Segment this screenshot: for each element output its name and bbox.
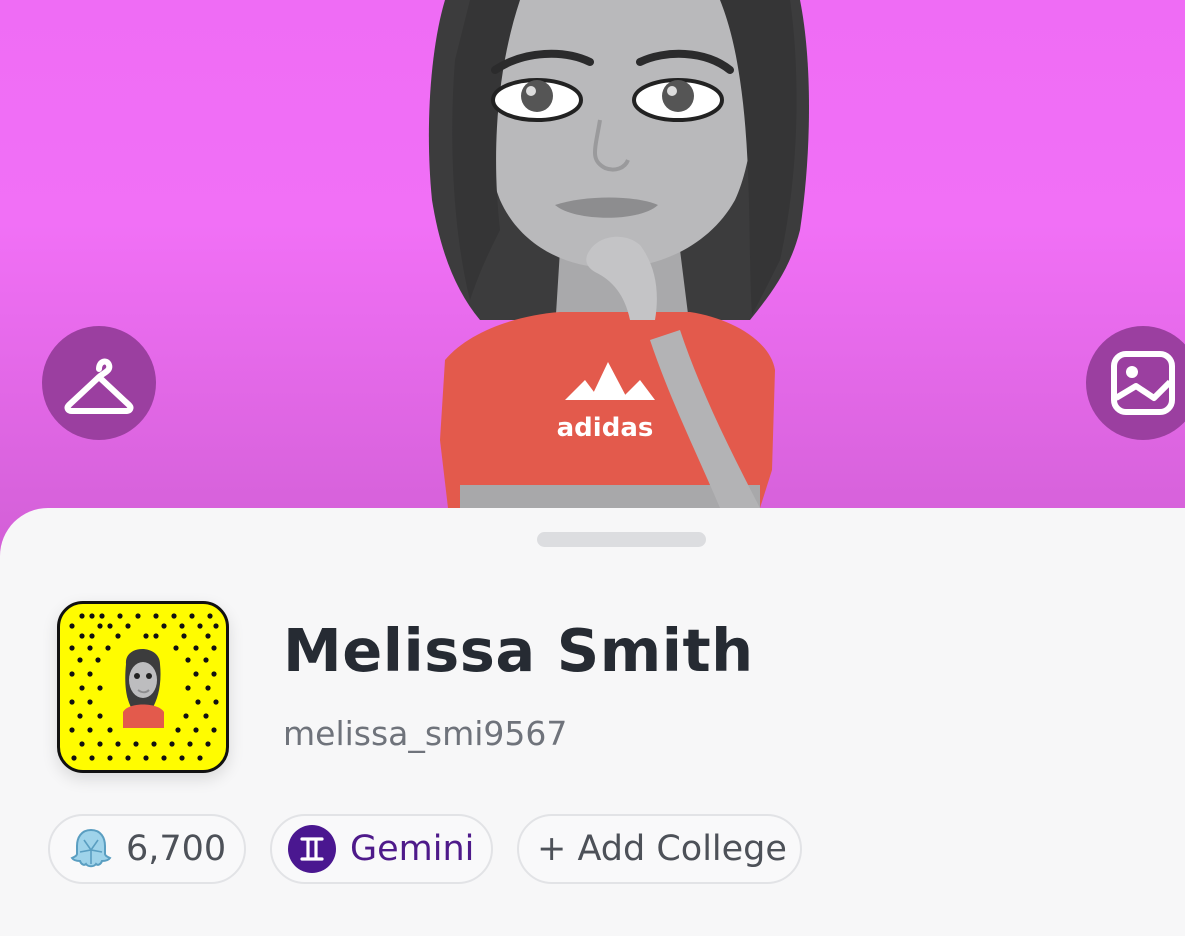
- zodiac-pill[interactable]: Gemini: [270, 814, 493, 884]
- username[interactable]: melissa_smi9567: [283, 714, 567, 753]
- shirt-logo-text: adidas: [557, 413, 654, 443]
- add-college-button[interactable]: + Add College: [517, 814, 802, 884]
- profile-sheet: Melissa Smith melissa_smi9567 6,700 Gemi…: [0, 508, 1185, 936]
- snap-score-pill[interactable]: 6,700: [48, 814, 246, 884]
- bitmoji-hero: adidas: [0, 0, 1185, 560]
- outfit-button[interactable]: [42, 326, 156, 440]
- image-icon: [1111, 351, 1175, 415]
- hanger-icon: [64, 358, 134, 414]
- crystal-ghost-icon: [70, 828, 112, 868]
- snap-score-value: 6,700: [126, 829, 227, 869]
- snapcode[interactable]: [57, 601, 229, 773]
- sheet-drag-handle[interactable]: [537, 532, 706, 547]
- snapcode-pattern: [69, 613, 219, 761]
- snapcode-bitmoji: [123, 649, 164, 728]
- add-college-label: + Add College: [537, 829, 787, 869]
- zodiac-label: Gemini: [350, 829, 475, 869]
- gemini-icon: [288, 825, 336, 873]
- bitmoji-avatar: adidas: [428, 0, 809, 508]
- display-name: Melissa Smith: [283, 616, 754, 685]
